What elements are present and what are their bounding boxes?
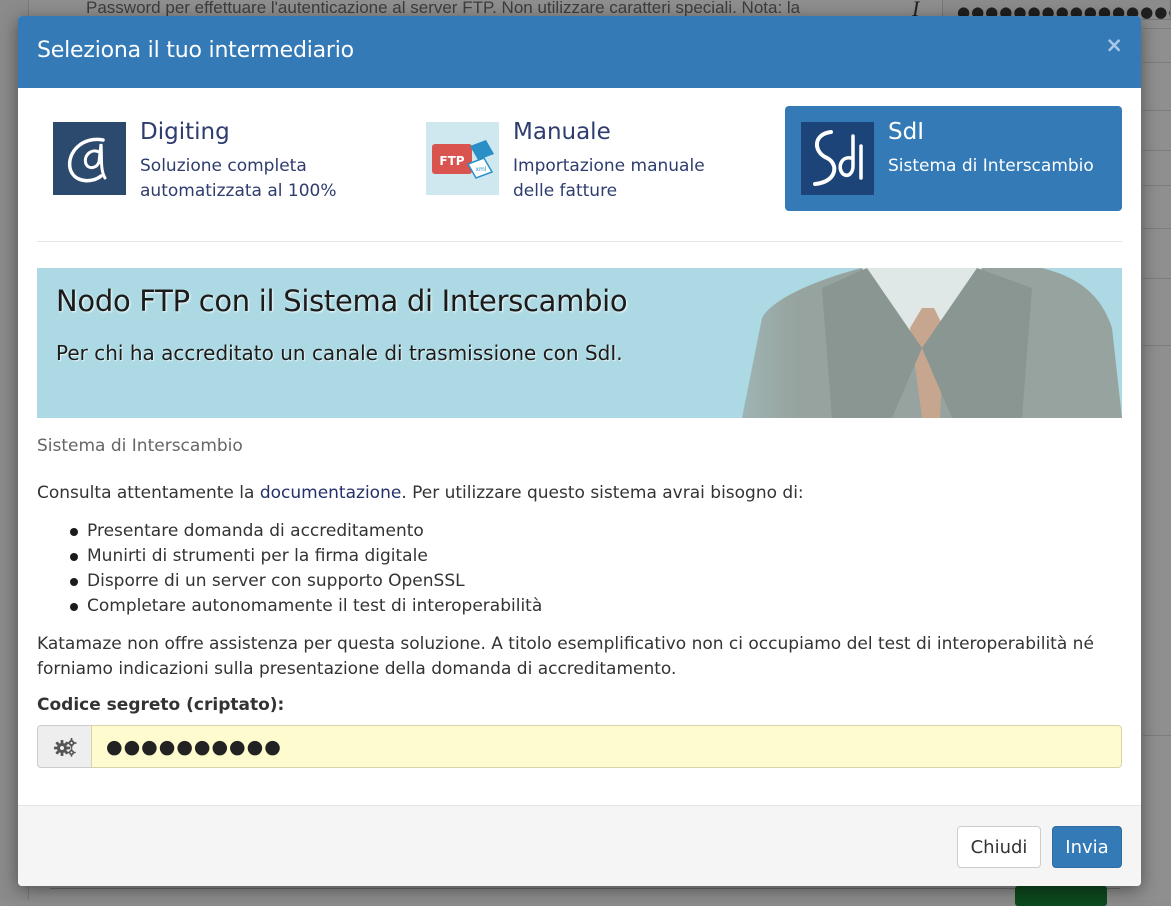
background-divider	[50, 888, 1120, 889]
background-row	[1143, 228, 1171, 262]
provider-description-line: automatizzata al 100%	[140, 181, 337, 201]
provider-sdi[interactable]: SdI Sistema di Interscambio	[785, 106, 1122, 211]
provider-description-line: Importazione manuale	[513, 156, 705, 176]
secret-code-label: Codice segreto (criptato):	[37, 695, 285, 715]
submit-button[interactable]: Invia	[1052, 826, 1122, 868]
requirement-text: Completare autonomamente il test di inte…	[87, 596, 543, 616]
provider-digiting[interactable]: Digiting Soluzione completa automatizzat…	[37, 106, 377, 211]
close-button[interactable]: Chiudi	[957, 826, 1041, 868]
provider-description: Sistema di Interscambio	[888, 154, 1094, 179]
background-row	[1143, 110, 1171, 144]
digiting-logo-icon	[53, 122, 126, 195]
disclaimer-note: Katamaze non offre assistenza per questa…	[37, 634, 1094, 679]
secret-code-group	[37, 725, 1122, 768]
background-row	[1143, 150, 1171, 184]
intermediary-modal: Seleziona il tuo intermediario × Digitin…	[18, 16, 1141, 886]
provider-description: Importazione manuale delle fatture	[513, 154, 705, 204]
provider-description-line: Sistema di Interscambio	[888, 156, 1094, 176]
businessman-illustration	[622, 268, 1122, 418]
provider-description-line: Soluzione completa	[140, 156, 307, 176]
list-item: Munirti di strumenti per la firma digita…	[37, 544, 542, 569]
intro-prefix: Consulta attentamente la	[37, 483, 260, 503]
provider-manuale[interactable]: FTP xml Manuale Importazione manuale del…	[410, 106, 750, 211]
sdi-logo-icon	[801, 122, 874, 195]
background-row	[1143, 62, 1171, 96]
intro-suffix: . Per utilizzare questo sistema avrai bi…	[401, 483, 804, 503]
list-item: Presentare domanda di accreditamento	[37, 519, 542, 544]
gears-icon	[37, 725, 91, 768]
list-item: Disporre di un server con supporto OpenS…	[37, 569, 542, 594]
provider-selector: Digiting Soluzione completa automatizzat…	[37, 106, 1122, 212]
svg-text:xml: xml	[475, 166, 486, 173]
list-item: Completare autonomamente il test di inte…	[37, 594, 542, 619]
hero-subtitle: Per chi ha accreditato un canale di tras…	[56, 341, 623, 365]
background-row	[1143, 345, 1171, 379]
bullet-icon	[70, 603, 78, 611]
requirement-text: Munirti di strumenti per la firma digita…	[87, 546, 428, 566]
hero-title: Nodo FTP con il Sistema di Interscambio	[56, 284, 628, 318]
requirement-text: Disporre di un server con supporto OpenS…	[87, 571, 465, 591]
background-row	[1143, 28, 1171, 62]
provider-name: Manuale	[513, 119, 611, 145]
secret-code-input[interactable]	[91, 725, 1122, 768]
documentation-link[interactable]: documentazione	[260, 483, 401, 503]
provider-description: Soluzione completa automatizzata al 100%	[140, 154, 337, 204]
bullet-icon	[70, 578, 78, 586]
divider	[37, 241, 1122, 242]
intro-text: Consulta attentamente la documentazione.…	[37, 483, 804, 503]
gears-icon-svg	[53, 737, 76, 757]
provider-description-line: delle fatture	[513, 181, 618, 201]
section-label: Sistema di Interscambio	[37, 436, 243, 456]
bullet-icon	[70, 528, 78, 536]
hero-banner: Nodo FTP con il Sistema di Interscambio …	[37, 268, 1122, 418]
modal-header: Seleziona il tuo intermediario ×	[18, 16, 1141, 88]
background-row	[1143, 278, 1171, 312]
modal-footer: Chiudi Invia	[18, 805, 1141, 886]
modal-title: Seleziona il tuo intermediario	[37, 38, 354, 63]
provider-name: SdI	[888, 119, 924, 145]
background-row	[1143, 185, 1171, 219]
background-save-button	[1015, 886, 1107, 906]
close-icon[interactable]: ×	[1105, 35, 1123, 56]
ftp-xml-icon: FTP xml	[426, 122, 499, 195]
background-row	[1143, 735, 1171, 769]
requirement-text: Presentare domanda di accreditamento	[87, 521, 424, 541]
svg-text:FTP: FTP	[439, 154, 464, 168]
provider-name: Digiting	[140, 119, 230, 145]
requirements-list: Presentare domanda di accreditamento Mun…	[37, 519, 542, 619]
bullet-icon	[70, 553, 78, 561]
